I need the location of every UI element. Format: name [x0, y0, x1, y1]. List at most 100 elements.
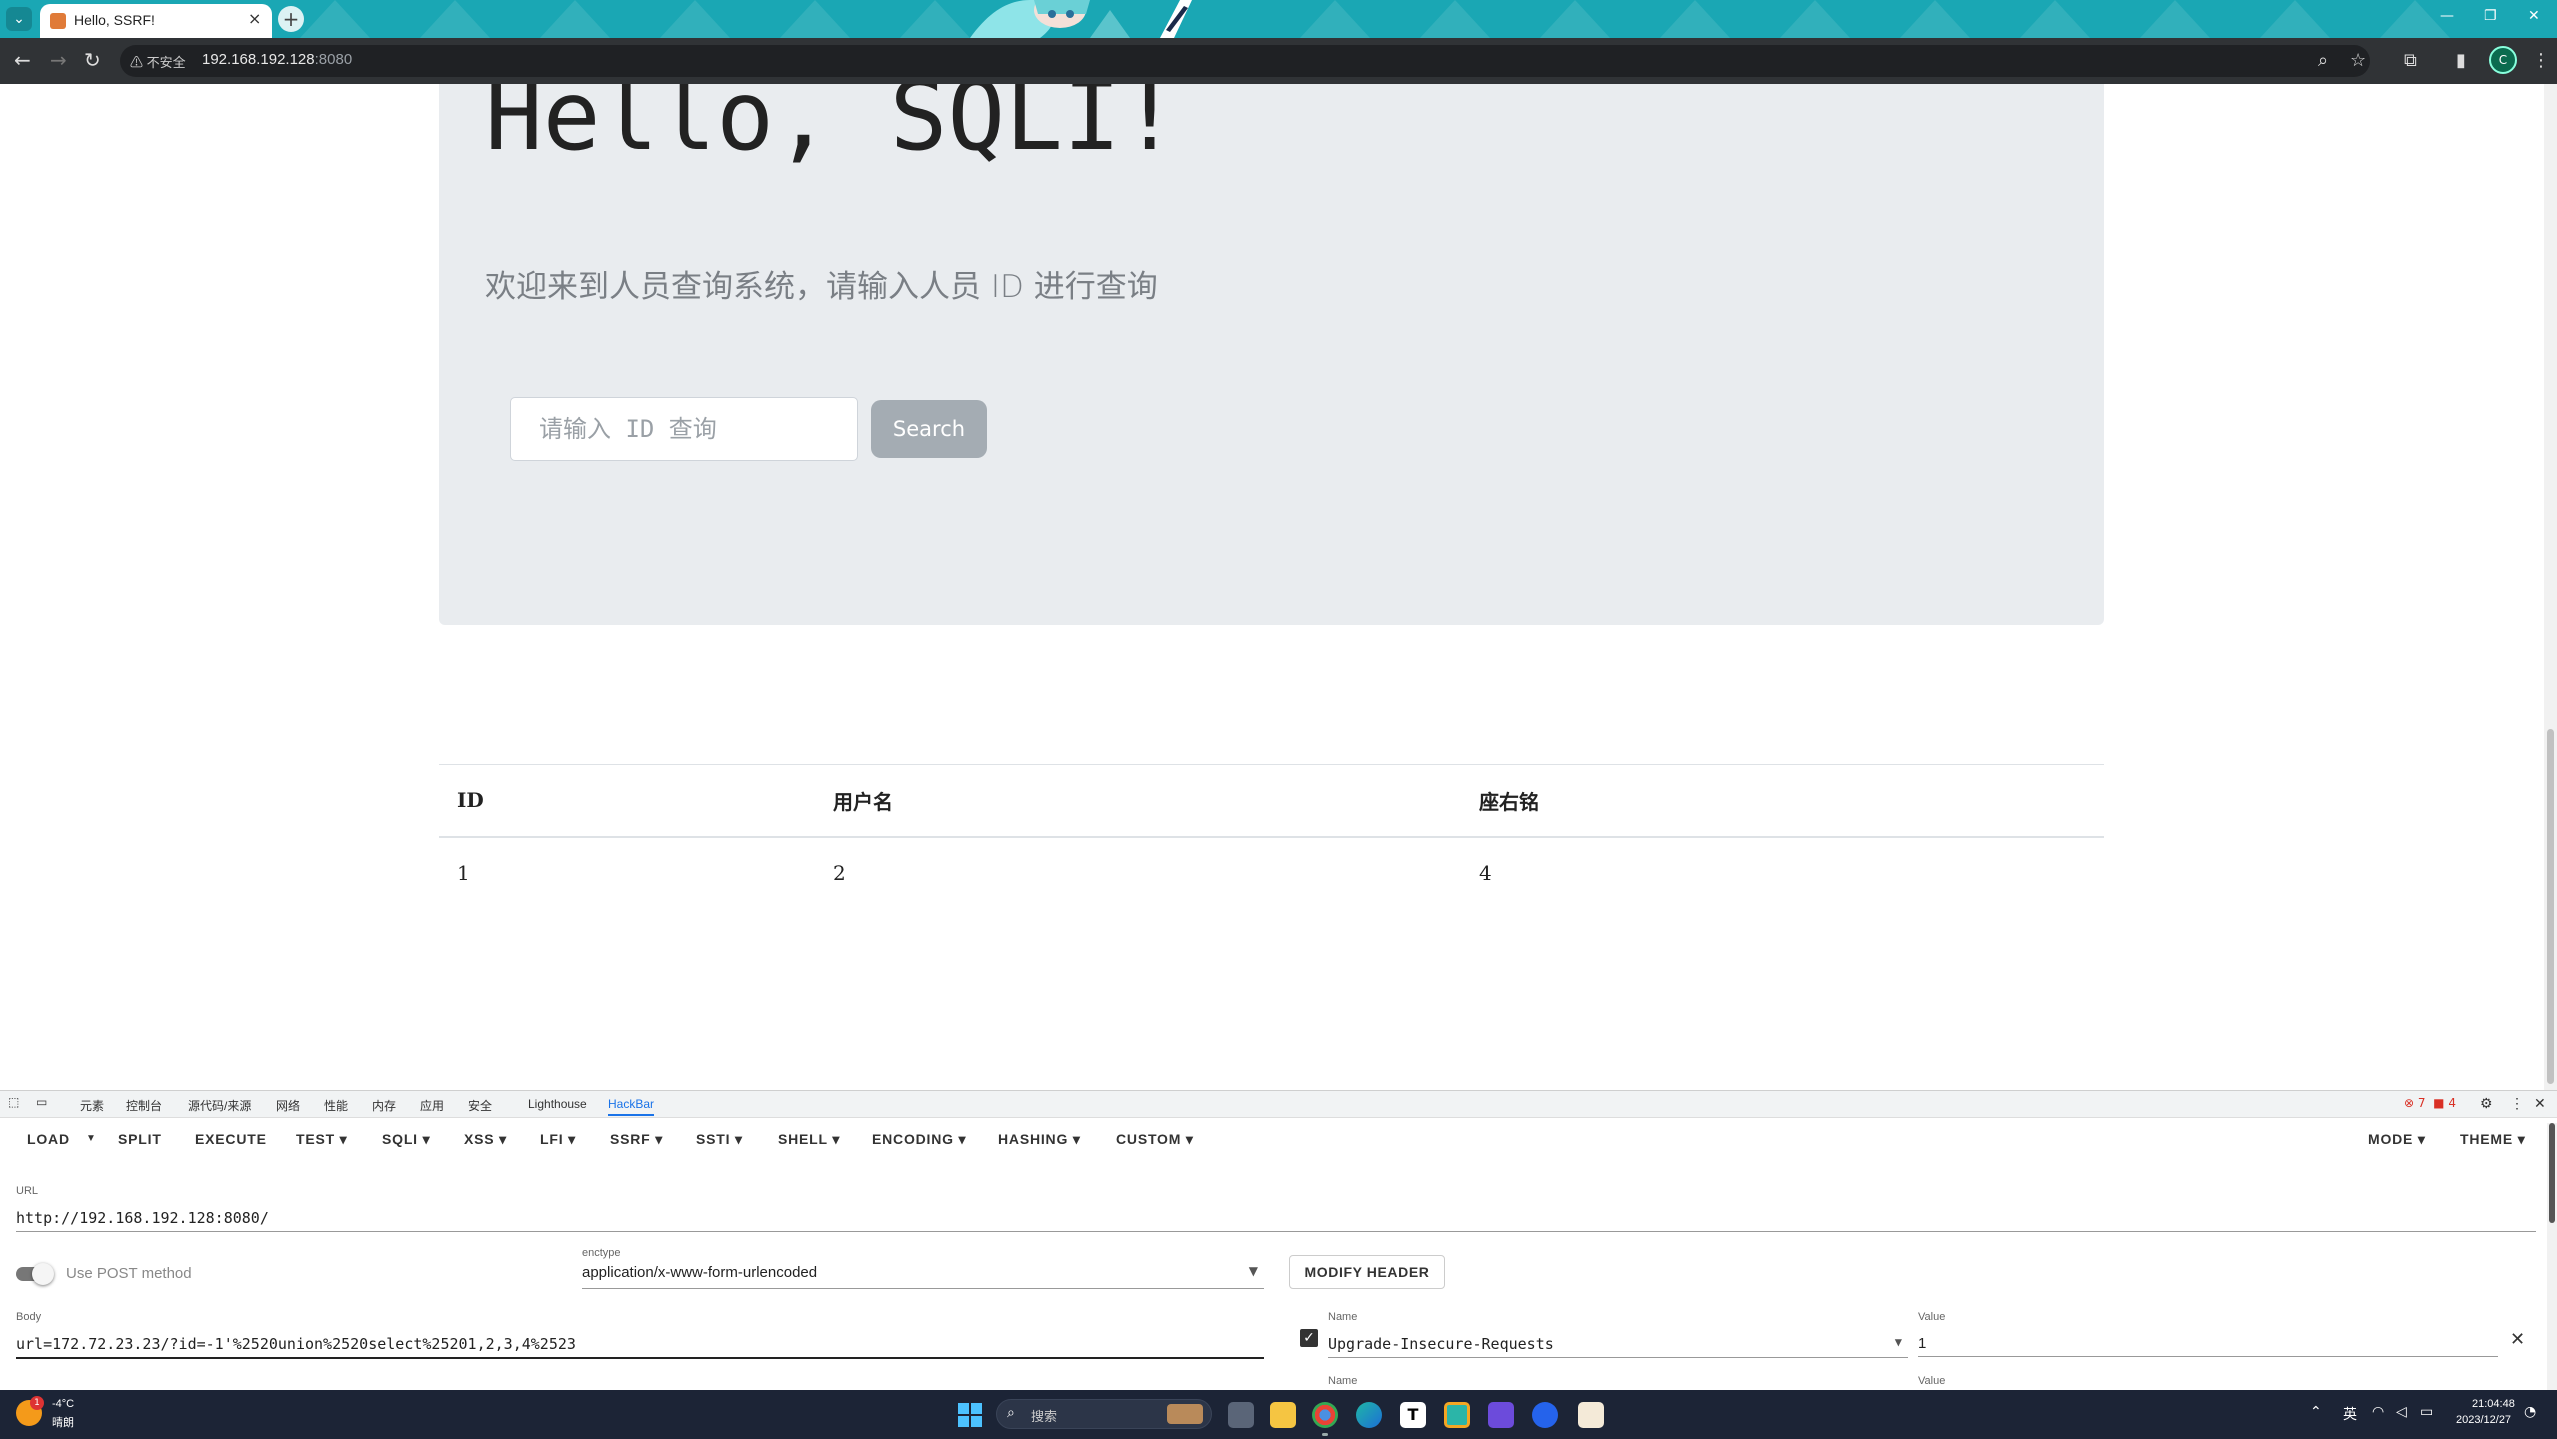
lfi-menu[interactable]: LFI ▾: [540, 1131, 576, 1148]
devtools-panel: ⬚ ▭ 元素 控制台 源代码/来源 网络 性能 内存 应用 安全 Lightho…: [0, 1090, 2557, 1391]
show-hidden-icons-icon[interactable]: ⌃: [2310, 1404, 2322, 1420]
ssrf-menu[interactable]: SSRF ▾: [610, 1131, 663, 1148]
window-close-icon[interactable]: ✕: [2528, 8, 2540, 24]
url-field-label: URL: [16, 1185, 39, 1197]
app-icon[interactable]: [1444, 1402, 1470, 1428]
browser-toolbar: ← → ↻ ⚠ 不安全 192.168.192.128:8080 ⌕ ☆ ⧉ ▮…: [0, 38, 2557, 84]
sqli-menu[interactable]: SQLI ▾: [382, 1131, 430, 1148]
header-name-select[interactable]: Upgrade-Insecure-Requests ▼: [1328, 1331, 1908, 1358]
new-tab-button[interactable]: +: [278, 6, 304, 32]
clock-time[interactable]: 21:04:48: [2472, 1398, 2515, 1410]
table-header-row: ID 用户名 座右铭: [439, 764, 2104, 837]
minimize-icon[interactable]: —: [2440, 8, 2454, 24]
volume-icon[interactable]: ◁: [2396, 1404, 2407, 1420]
page-lead: 欢迎来到人员查询系统，请输入人员 ID 进行查询: [485, 269, 1158, 305]
tab-performance[interactable]: 性能: [324, 1097, 348, 1114]
tab-application[interactable]: 应用: [420, 1097, 444, 1114]
hackbar-url-input[interactable]: http://192.168.192.128:8080/: [16, 1205, 2536, 1232]
tab-network[interactable]: 网络: [276, 1097, 300, 1114]
tab-search-chevron-icon[interactable]: ⌄: [6, 7, 32, 31]
weather-temperature[interactable]: -4°C: [52, 1398, 74, 1410]
body-field-label: Body: [16, 1311, 42, 1323]
post-method-toggle-knob[interactable]: [32, 1263, 54, 1285]
enctype-select[interactable]: application/x-www-form-urlencoded ▼: [582, 1260, 1264, 1289]
app-icon[interactable]: [1578, 1402, 1604, 1428]
devtools-close-icon[interactable]: ✕: [2534, 1095, 2546, 1112]
notification-bell-icon[interactable]: ◔: [2524, 1404, 2536, 1420]
restore-icon[interactable]: ❐: [2484, 8, 2497, 24]
execute-button[interactable]: EXECUTE: [195, 1131, 267, 1147]
remove-header-icon[interactable]: ✕: [2510, 1329, 2525, 1350]
tab-close-icon[interactable]: ×: [248, 9, 261, 28]
tab-hackbar[interactable]: HackBar: [608, 1097, 655, 1116]
table-row: 1 2 4: [439, 837, 2104, 909]
tab-security[interactable]: 安全: [468, 1097, 492, 1114]
task-view-icon[interactable]: [1228, 1402, 1254, 1428]
tab-sources[interactable]: 源代码/来源: [188, 1097, 251, 1114]
search-button[interactable]: Search: [871, 400, 987, 458]
cell-id: 1: [457, 861, 470, 885]
app-icon[interactable]: [1532, 1402, 1558, 1428]
address-bar[interactable]: ⚠ 不安全 192.168.192.128:8080: [120, 45, 2370, 77]
devtools-more-icon[interactable]: ⋮: [2510, 1095, 2524, 1112]
taskbar-search[interactable]: ⌕ 搜索: [996, 1399, 1212, 1429]
test-menu[interactable]: TEST ▾: [296, 1131, 348, 1148]
input-language[interactable]: 英: [2343, 1404, 2357, 1424]
inspect-element-icon[interactable]: ⬚: [8, 1095, 19, 1109]
app-icon[interactable]: [1488, 1402, 1514, 1428]
devtools-scroll-thumb[interactable]: [2549, 1123, 2555, 1223]
header-value-input[interactable]: 1: [1918, 1331, 2498, 1357]
clock-date[interactable]: 2023/12/27: [2456, 1414, 2511, 1426]
browser-menu-icon[interactable]: ⋮: [2532, 50, 2550, 71]
shell-menu[interactable]: SHELL ▾: [778, 1131, 840, 1148]
theme-menu[interactable]: THEME ▾: [2460, 1131, 2526, 1148]
dropdown-caret-icon: ▼: [1248, 1264, 1258, 1278]
zoom-icon[interactable]: ⌕: [2318, 50, 2328, 71]
devtools-settings-icon[interactable]: ⚙: [2480, 1095, 2493, 1112]
load-button[interactable]: LOAD: [27, 1131, 70, 1147]
side-panel-icon[interactable]: ▮: [2456, 50, 2466, 71]
encoding-menu[interactable]: ENCODING ▾: [872, 1131, 966, 1148]
load-dropdown-icon[interactable]: ▼: [86, 1133, 97, 1144]
tab-memory[interactable]: 内存: [372, 1097, 396, 1114]
typora-icon[interactable]: T: [1400, 1402, 1426, 1428]
modify-header-button[interactable]: MODIFY HEADER: [1289, 1255, 1445, 1289]
browser-tab-active[interactable]: Hello, SSRF! ×: [40, 4, 272, 38]
ssti-menu[interactable]: SSTI ▾: [696, 1131, 743, 1148]
battery-icon[interactable]: ▭: [2420, 1404, 2433, 1420]
not-secure-indicator[interactable]: ⚠ 不安全: [130, 52, 186, 70]
edge-icon[interactable]: [1356, 1402, 1382, 1428]
id-search-input[interactable]: [510, 397, 858, 461]
bookmark-star-icon[interactable]: ☆: [2350, 50, 2366, 71]
extensions-icon[interactable]: ⧉: [2404, 50, 2417, 71]
hashing-menu[interactable]: HASHING ▾: [998, 1131, 1081, 1148]
custom-menu[interactable]: CUSTOM ▾: [1116, 1131, 1194, 1148]
forward-icon[interactable]: →: [50, 50, 67, 70]
windows-start-icon[interactable]: [958, 1403, 982, 1427]
wifi-icon[interactable]: ◠: [2372, 1404, 2384, 1420]
error-warning-counter[interactable]: ⊗ 7 ■ 4: [2404, 1096, 2456, 1110]
tab-lighthouse[interactable]: Lighthouse: [528, 1097, 587, 1111]
back-icon[interactable]: ←: [14, 50, 31, 70]
page-scrollbar[interactable]: [2544, 84, 2557, 1090]
xss-menu[interactable]: XSS ▾: [464, 1131, 507, 1148]
enctype-label: enctype: [582, 1247, 621, 1259]
error-icon: ⊗: [2404, 1096, 2418, 1110]
device-toolbar-icon[interactable]: ▭: [36, 1095, 47, 1109]
page-scroll-thumb[interactable]: [2547, 729, 2554, 1084]
chrome-icon[interactable]: [1312, 1402, 1338, 1428]
split-button[interactable]: SPLIT: [118, 1131, 162, 1147]
weather-description[interactable]: 晴朗: [52, 1414, 74, 1430]
favicon-icon: [50, 13, 66, 29]
devtools-scrollbar[interactable]: [2547, 1123, 2557, 1391]
header-enabled-checkbox[interactable]: ✓: [1300, 1329, 1318, 1347]
tab-console[interactable]: 控制台: [126, 1097, 162, 1114]
mode-menu[interactable]: MODE ▾: [2368, 1131, 2426, 1148]
post-method-label: Use POST method: [66, 1265, 192, 1282]
file-explorer-icon[interactable]: [1270, 1402, 1296, 1428]
next-header-value-label: Value: [1918, 1375, 1946, 1387]
profile-avatar[interactable]: C: [2489, 46, 2517, 74]
tab-elements[interactable]: 元素: [80, 1097, 104, 1114]
reload-icon[interactable]: ↻: [84, 50, 101, 70]
hackbar-body-input[interactable]: url=172.72.23.23/?id=-1'%2520union%2520s…: [16, 1331, 1264, 1359]
